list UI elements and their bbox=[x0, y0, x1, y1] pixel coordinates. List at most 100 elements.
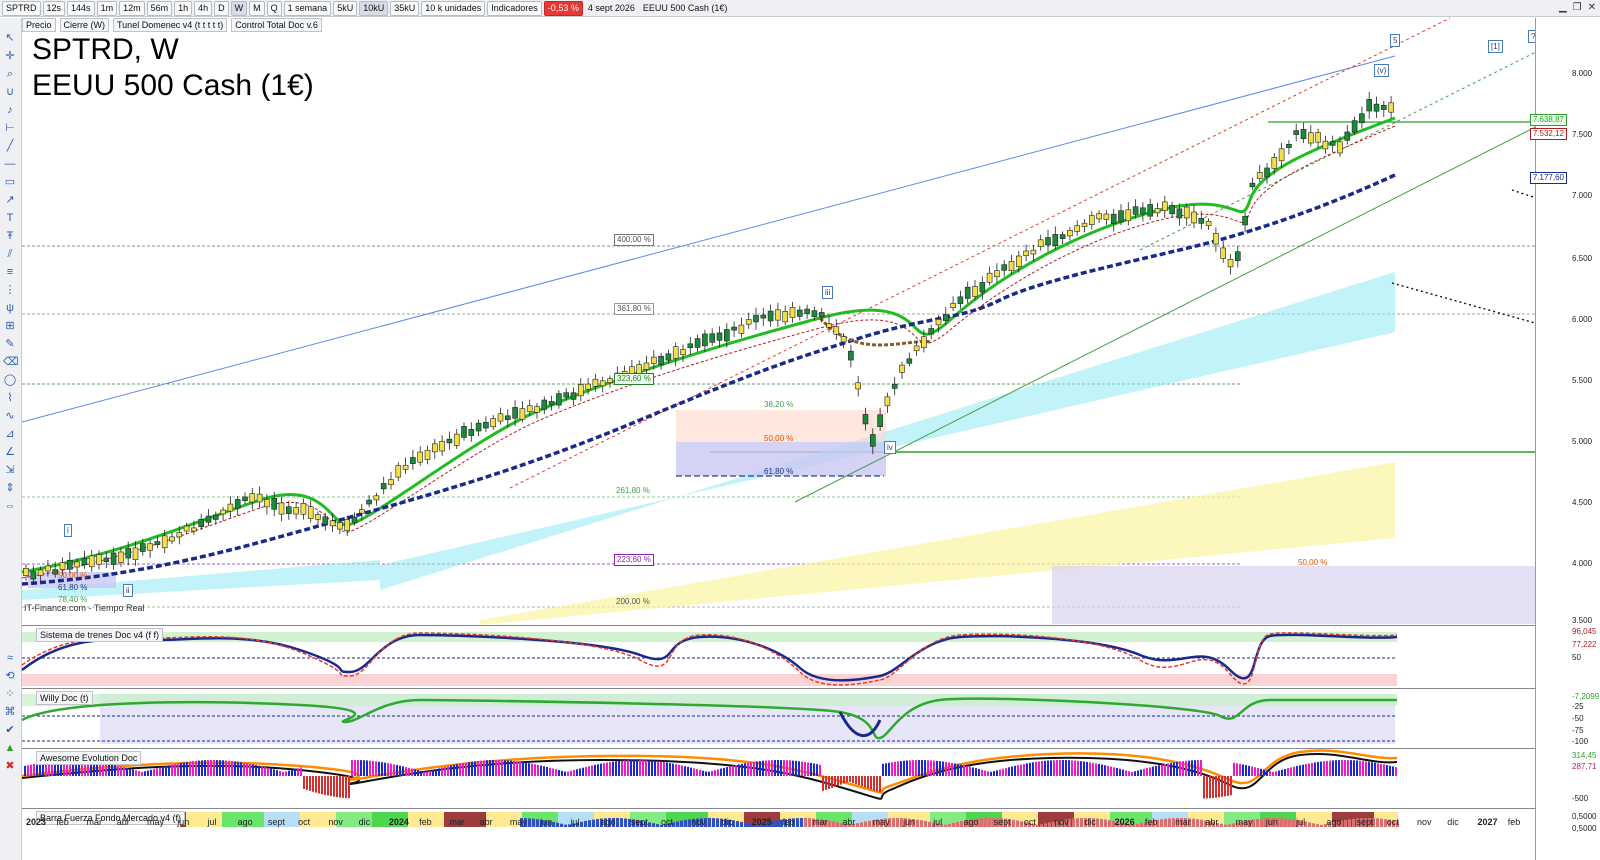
awesome-bar bbox=[249, 763, 251, 776]
awesome-bar bbox=[1362, 761, 1364, 776]
awesome-bar bbox=[198, 760, 200, 776]
force-bar bbox=[378, 812, 384, 827]
awesome-bar bbox=[528, 763, 530, 776]
awesome-bar bbox=[513, 760, 515, 776]
panel1-scale: 50 bbox=[1572, 653, 1581, 662]
panel-willy-header[interactable]: Willy Doc (t) bbox=[36, 691, 93, 705]
force-volume-bar bbox=[712, 818, 715, 827]
awesome-bar bbox=[582, 767, 584, 776]
awesome-bar bbox=[384, 762, 386, 776]
force-bar bbox=[198, 812, 204, 827]
awesome-bar bbox=[555, 769, 557, 776]
awesome-bar bbox=[519, 761, 521, 776]
force-volume-bar bbox=[1288, 818, 1291, 827]
force-bar bbox=[348, 812, 354, 827]
awesome-bar bbox=[165, 765, 167, 776]
awesome-bar bbox=[1158, 765, 1160, 776]
indicator-panels[interactable] bbox=[0, 0, 1600, 860]
force-volume-bar bbox=[532, 818, 535, 827]
awesome-bar bbox=[900, 761, 902, 776]
awesome-bar bbox=[831, 776, 833, 788]
force-volume-bar bbox=[832, 821, 835, 827]
awesome-bar bbox=[630, 760, 632, 776]
awesome-bar bbox=[129, 768, 131, 776]
awesome-bar bbox=[516, 761, 518, 776]
awesome-bar bbox=[30, 764, 32, 776]
awesome-bar bbox=[1200, 760, 1202, 776]
awesome-bar bbox=[1017, 765, 1019, 776]
awesome-bar bbox=[27, 765, 29, 776]
awesome-bar bbox=[1254, 767, 1256, 776]
awesome-bar bbox=[477, 760, 479, 776]
force-volume-bar bbox=[772, 821, 775, 827]
awesome-bar bbox=[942, 761, 944, 776]
awesome-bar bbox=[318, 776, 320, 794]
awesome-bar bbox=[1209, 776, 1211, 799]
awesome-bar bbox=[888, 762, 890, 776]
awesome-bar bbox=[573, 770, 575, 776]
awesome-bar bbox=[420, 770, 422, 776]
awesome-bar bbox=[636, 760, 638, 776]
force-volume-bar bbox=[864, 821, 867, 827]
awesome-bar bbox=[174, 764, 176, 776]
awesome-bar bbox=[309, 776, 311, 791]
force-volume-bar bbox=[1136, 823, 1139, 827]
awesome-bar bbox=[639, 760, 641, 776]
force-volume-bar bbox=[648, 822, 651, 827]
awesome-bar bbox=[462, 763, 464, 776]
awesome-bar bbox=[999, 769, 1001, 776]
force-volume-bar bbox=[1200, 819, 1203, 827]
awesome-bar bbox=[1182, 761, 1184, 776]
awesome-bar bbox=[891, 762, 893, 776]
awesome-bar bbox=[264, 767, 266, 776]
time-axis-label: feb bbox=[1507, 817, 1521, 827]
awesome-bar bbox=[642, 760, 644, 776]
force-volume-bar bbox=[560, 823, 563, 827]
awesome-bar bbox=[468, 762, 470, 776]
force-bar bbox=[498, 812, 504, 827]
awesome-bar bbox=[324, 776, 326, 795]
panel-trenes-header[interactable]: Sistema de trenes Doc v4 (f f) bbox=[36, 628, 164, 642]
awesome-bar bbox=[597, 764, 599, 776]
awesome-bar bbox=[1149, 767, 1151, 776]
awesome-bar bbox=[348, 776, 350, 799]
awesome-bar bbox=[183, 762, 185, 776]
awesome-bar bbox=[1353, 760, 1355, 776]
force-volume-bar bbox=[984, 818, 987, 827]
awesome-bar bbox=[549, 767, 551, 776]
time-axis-label: nov bbox=[1417, 817, 1432, 827]
awesome-bar bbox=[714, 770, 716, 776]
awesome-bar bbox=[273, 769, 275, 776]
force-volume-bar bbox=[564, 824, 567, 827]
awesome-bar bbox=[753, 761, 755, 776]
force-volume-bar bbox=[736, 821, 739, 827]
awesome-bar bbox=[354, 760, 356, 776]
awesome-bar bbox=[1164, 763, 1166, 776]
awesome-bar bbox=[252, 764, 254, 776]
awesome-bar bbox=[1032, 762, 1034, 776]
awesome-bar bbox=[306, 776, 308, 790]
awesome-bar bbox=[1326, 760, 1328, 776]
awesome-bar bbox=[360, 760, 362, 776]
awesome-bar bbox=[471, 761, 473, 776]
time-axis-label: oct bbox=[661, 817, 674, 827]
awesome-bar bbox=[408, 767, 410, 776]
awesome-bar bbox=[768, 760, 770, 776]
awesome-bar bbox=[1173, 762, 1175, 776]
time-axis-label: abr bbox=[1205, 817, 1219, 827]
awesome-bar bbox=[894, 761, 896, 776]
awesome-bar bbox=[723, 767, 725, 776]
awesome-bar bbox=[1038, 761, 1040, 776]
awesome-bar bbox=[903, 760, 905, 776]
force-bar bbox=[318, 812, 324, 827]
awesome-bar bbox=[1035, 761, 1037, 776]
awesome-bar bbox=[150, 769, 152, 776]
force-volume-bar bbox=[536, 819, 539, 827]
awesome-bar bbox=[1359, 760, 1361, 776]
awesome-bar bbox=[261, 766, 263, 776]
time-axis-label: ago bbox=[237, 817, 253, 827]
awesome-bar bbox=[906, 760, 908, 776]
panel-awesome-header[interactable]: Awesome Evolution Doc bbox=[36, 751, 142, 765]
awesome-bar bbox=[1290, 767, 1292, 776]
awesome-bar bbox=[705, 771, 707, 776]
